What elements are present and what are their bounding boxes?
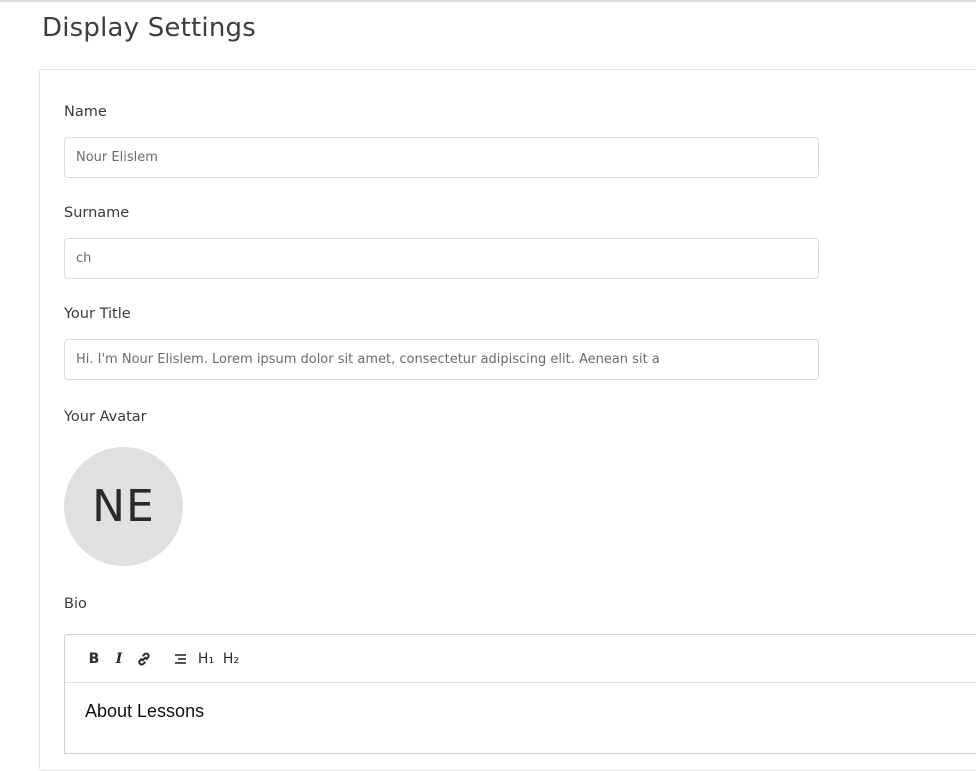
avatar[interactable]: NE bbox=[64, 447, 183, 566]
page-title: Display Settings bbox=[42, 13, 256, 43]
avatar-initials: NE bbox=[92, 481, 155, 532]
bio-label: Bio bbox=[64, 596, 87, 612]
bio-content[interactable]: About Lessons bbox=[65, 683, 976, 722]
top-divider bbox=[0, 0, 976, 2]
title-input[interactable] bbox=[64, 339, 819, 380]
heading1-button[interactable]: H₁ bbox=[195, 647, 217, 671]
surname-label: Surname bbox=[64, 205, 130, 221]
list-button[interactable] bbox=[170, 647, 192, 671]
italic-button[interactable]: I bbox=[108, 647, 130, 671]
editor-toolbar: B I H₁ H₂ bbox=[65, 635, 976, 683]
surname-input[interactable] bbox=[64, 238, 819, 279]
title-label: Your Title bbox=[64, 306, 131, 322]
list-icon bbox=[175, 653, 186, 664]
bio-editor: B I H₁ H₂ About Lessons bbox=[64, 634, 976, 754]
name-label: Name bbox=[64, 104, 107, 120]
link-icon bbox=[138, 652, 150, 665]
name-input[interactable] bbox=[64, 137, 819, 178]
link-button[interactable] bbox=[133, 647, 155, 671]
heading2-button[interactable]: H₂ bbox=[220, 647, 242, 671]
bold-button[interactable]: B bbox=[83, 647, 105, 671]
avatar-label: Your Avatar bbox=[64, 409, 147, 425]
